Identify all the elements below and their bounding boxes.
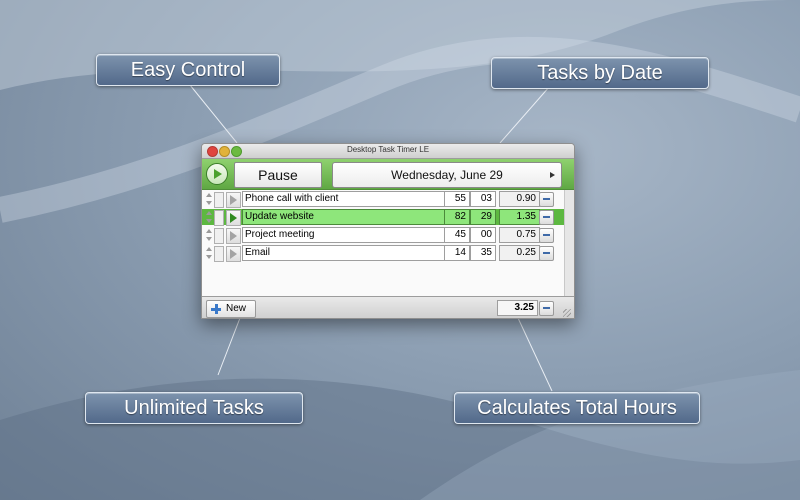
- toolbar: Pause Wednesday, June 29: [202, 159, 574, 190]
- task-seconds-field[interactable]: 35: [470, 245, 496, 261]
- remove-task-icon[interactable]: [539, 246, 554, 261]
- app-window: Desktop Task Timer LE Pause Wednesday, J…: [201, 143, 575, 319]
- resize-grip-icon[interactable]: [563, 309, 571, 317]
- task-hours-value: 1.35: [499, 209, 540, 225]
- pause-button[interactable]: Pause: [234, 162, 322, 188]
- drag-handle-icon[interactable]: [205, 228, 212, 242]
- new-task-label: New: [226, 303, 247, 314]
- drag-handle-icon[interactable]: [205, 210, 212, 224]
- task-play-icon[interactable]: [226, 192, 241, 208]
- task-hours-value: 0.75: [499, 227, 540, 243]
- total-hours-value: 3.25: [497, 300, 538, 316]
- task-minutes-field[interactable]: 45: [444, 227, 470, 243]
- task-minutes-field[interactable]: 14: [444, 245, 470, 261]
- vertical-scrollbar[interactable]: [564, 190, 574, 296]
- task-checkbox[interactable]: [214, 192, 224, 208]
- task-row-active: Update website 82 29 1.35: [202, 209, 564, 226]
- callout-tasks-by-date: Tasks by Date: [491, 57, 709, 89]
- callout-calculates-total-hours: Calculates Total Hours: [454, 392, 700, 424]
- date-label: Wednesday, June 29: [391, 168, 503, 182]
- task-checkbox[interactable]: [214, 246, 224, 262]
- remove-task-icon[interactable]: [539, 210, 554, 225]
- remove-task-icon[interactable]: [539, 228, 554, 243]
- task-name-field[interactable]: Email: [242, 245, 445, 261]
- task-checkbox[interactable]: [214, 210, 224, 226]
- task-play-icon[interactable]: [226, 246, 241, 262]
- drag-handle-icon[interactable]: [205, 246, 212, 260]
- task-seconds-field[interactable]: 00: [470, 227, 496, 243]
- task-row: Email 14 35 0.25: [202, 245, 564, 262]
- window-title: Desktop Task Timer LE: [346, 145, 430, 154]
- task-seconds-field[interactable]: 29: [470, 209, 496, 225]
- bottom-bar: New 3.25: [202, 296, 574, 318]
- next-date-arrow-icon[interactable]: [550, 172, 555, 178]
- task-row: Project meeting 45 00 0.75: [202, 227, 564, 244]
- remove-task-icon[interactable]: [539, 192, 554, 207]
- date-selector[interactable]: Wednesday, June 29: [332, 162, 562, 188]
- total-minus-icon[interactable]: [539, 301, 554, 316]
- callout-unlimited-tasks: Unlimited Tasks: [85, 392, 303, 424]
- callout-easy-control: Easy Control: [96, 54, 280, 86]
- new-task-button[interactable]: New: [206, 300, 256, 318]
- task-name-field[interactable]: Phone call with client: [242, 191, 445, 207]
- play-icon[interactable]: [206, 163, 228, 185]
- task-name-field[interactable]: Project meeting: [242, 227, 445, 243]
- task-minutes-field[interactable]: 55: [444, 191, 470, 207]
- task-minutes-field[interactable]: 82: [444, 209, 470, 225]
- task-checkbox[interactable]: [214, 228, 224, 244]
- task-name-field[interactable]: Update website: [242, 209, 445, 225]
- task-hours-value: 0.90: [499, 191, 540, 207]
- drag-handle-icon[interactable]: [205, 192, 212, 206]
- task-hours-value: 0.25: [499, 245, 540, 261]
- task-seconds-field[interactable]: 03: [470, 191, 496, 207]
- task-row: Phone call with client 55 03 0.90: [202, 191, 564, 208]
- task-list: Phone call with client 55 03 0.90 Update…: [202, 190, 564, 296]
- title-bar[interactable]: Desktop Task Timer LE: [202, 144, 574, 159]
- task-play-icon[interactable]: [226, 210, 241, 226]
- plus-icon: [211, 304, 221, 314]
- task-play-icon[interactable]: [226, 228, 241, 244]
